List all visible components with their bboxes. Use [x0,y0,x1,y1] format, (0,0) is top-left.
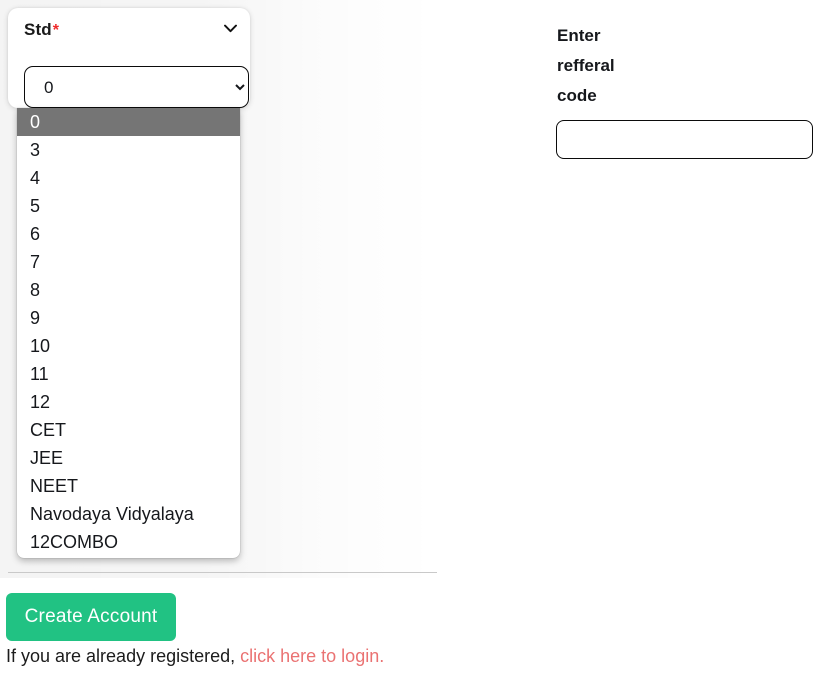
std-field-label: Std* [24,20,59,41]
std-label-text: Std [24,20,52,39]
login-period: . [379,646,385,666]
chevron-down-icon [224,24,237,33]
std-option-item[interactable]: 4 [17,164,240,192]
std-option-item[interactable]: 3 [17,136,240,164]
std-select[interactable]: 0 [24,66,249,108]
std-option-item[interactable]: 11 [17,360,240,388]
create-account-button[interactable]: Create Account [6,593,176,641]
login-link[interactable]: click here to login [240,646,379,666]
std-option-item[interactable]: CET [17,416,240,444]
login-prompt: If you are already registered, click her… [6,645,384,667]
login-prompt-text: If you are already registered, [6,646,236,666]
std-option-item[interactable]: Navodaya Vidyalaya [17,500,240,528]
std-option-item[interactable]: JEE [17,444,240,472]
std-option-item[interactable]: 7 [17,248,240,276]
std-option-item[interactable]: 8 [17,276,240,304]
std-option-item[interactable]: 0 [17,108,240,136]
std-option-list[interactable]: 0 3 4 5 6 7 8 9 10 11 12 CET JEE NEET Navodaya Vidyala… [17,108,240,558]
std-option-item[interactable]: 9 [17,304,240,332]
std-option-item[interactable]: 6 [17,220,240,248]
required-asterisk: * [52,22,60,39]
std-option-item[interactable]: 5 [17,192,240,220]
std-option-item[interactable]: 12 [17,388,240,416]
form-divider [8,572,437,573]
std-option-item[interactable]: 12COMBO [17,528,240,556]
referral-code-label: Enter refferal code [557,26,615,105]
std-field-card: Std* 0 [8,8,250,108]
std-option-item[interactable]: 10 [17,332,240,360]
std-option-item[interactable]: NEET [17,472,240,500]
referral-code-input[interactable] [556,120,813,159]
